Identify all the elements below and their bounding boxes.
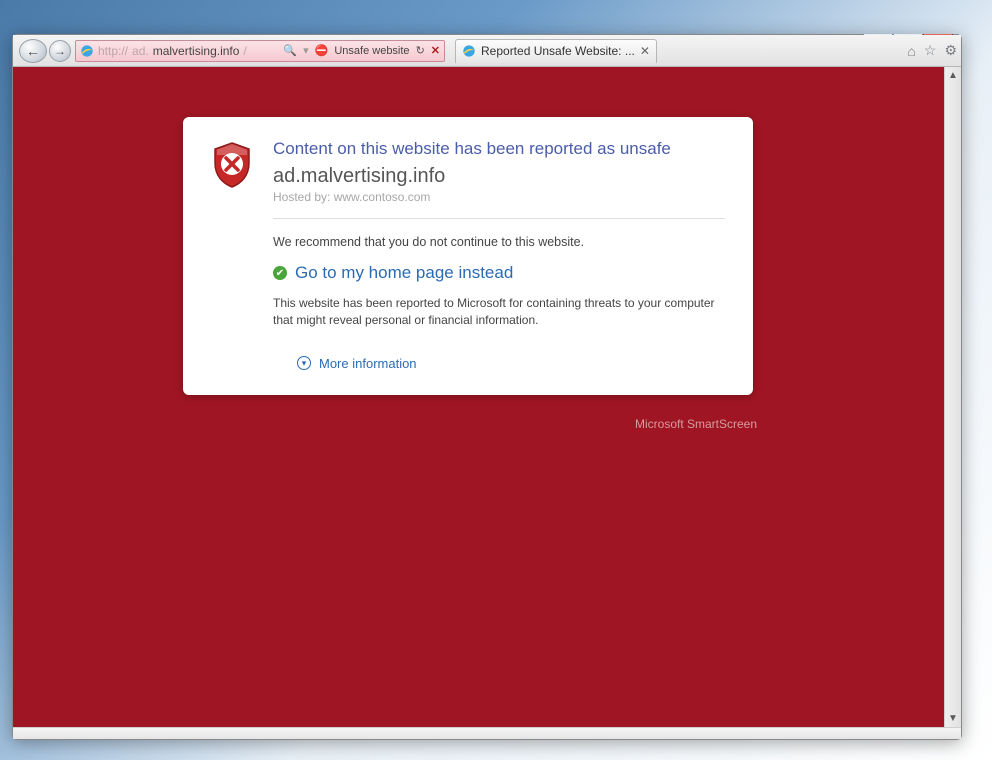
browser-window: — ◻ ✕ ← → http://ad.malvertising.info/ 🔍… xyxy=(12,34,962,740)
more-information-label: More information xyxy=(319,356,417,371)
tab-close-icon[interactable]: ✕ xyxy=(640,44,650,58)
url-scheme: http:// xyxy=(98,44,128,58)
stop-icon[interactable]: ✕ xyxy=(431,44,440,57)
recommendation-text: We recommend that you do not continue to… xyxy=(273,235,725,249)
nav-buttons: ← → xyxy=(19,39,71,63)
home-icon[interactable]: ⌂ xyxy=(907,43,915,59)
forward-button[interactable]: → xyxy=(49,40,71,62)
page-body: Content on this website has been reporte… xyxy=(13,67,961,727)
go-home-label: Go to my home page instead xyxy=(295,263,513,283)
tools-icon[interactable]: ⚙ xyxy=(944,42,957,59)
smartscreen-brand: Microsoft SmartScreen xyxy=(635,417,757,431)
desktop-background: — ◻ ✕ ← → http://ad.malvertising.info/ 🔍… xyxy=(0,0,992,760)
url-sub: ad. xyxy=(132,44,149,58)
smartscreen-warning-card: Content on this website has been reporte… xyxy=(183,117,753,395)
more-information-link[interactable]: ▾ More information xyxy=(297,356,725,371)
chevron-down-icon: ▾ xyxy=(297,356,311,370)
ie-logo-icon xyxy=(80,44,94,58)
favorites-icon[interactable]: ☆ xyxy=(924,42,937,59)
chrome-right-icons: ⌂ ☆ ⚙ xyxy=(907,42,957,59)
title-bar: ← → http:// ad. malvertising.info/ 🔍 ▾ ⛔ U… xyxy=(13,35,961,67)
check-icon: ✔ xyxy=(273,266,287,280)
unsafe-warning-label: Unsafe website xyxy=(334,45,409,57)
status-bar xyxy=(13,727,961,739)
warning-heading: Content on this website has been reporte… xyxy=(273,139,725,159)
warning-description: This website has been reported to Micros… xyxy=(273,295,725,330)
card-content: Content on this website has been reporte… xyxy=(273,139,725,371)
back-button[interactable]: ← xyxy=(19,39,47,63)
vertical-scrollbar[interactable]: ▲ ▼ xyxy=(944,67,961,727)
scroll-up-icon[interactable]: ▲ xyxy=(945,67,961,84)
hosted-by: Hosted by: www.contoso.com xyxy=(273,190,725,204)
tab-title: Reported Unsafe Website: ... xyxy=(481,44,635,58)
tab-favicon-icon xyxy=(462,44,476,58)
url-path: / xyxy=(243,44,246,58)
address-bar[interactable]: http:// ad. malvertising.info/ 🔍 ▾ ⛔ Unsaf… xyxy=(75,40,445,62)
divider xyxy=(273,218,725,219)
scroll-down-icon[interactable]: ▼ xyxy=(945,710,961,727)
browser-tab[interactable]: Reported Unsafe Website: ... ✕ xyxy=(455,39,657,63)
search-icon[interactable]: 🔍 xyxy=(283,44,297,57)
address-right-icons: 🔍 ▾ ⛔ Unsafe website ↻ ✕ xyxy=(283,44,440,57)
warning-domain: ad.malvertising.info xyxy=(273,165,725,188)
url-domain: malvertising.info xyxy=(153,44,240,58)
go-home-link[interactable]: ✔ Go to my home page instead xyxy=(273,263,725,283)
refresh-icon[interactable]: ↻ xyxy=(416,44,425,57)
shield-warning-icon xyxy=(211,139,255,371)
unsafe-warning-icon: ⛔ xyxy=(315,44,329,57)
